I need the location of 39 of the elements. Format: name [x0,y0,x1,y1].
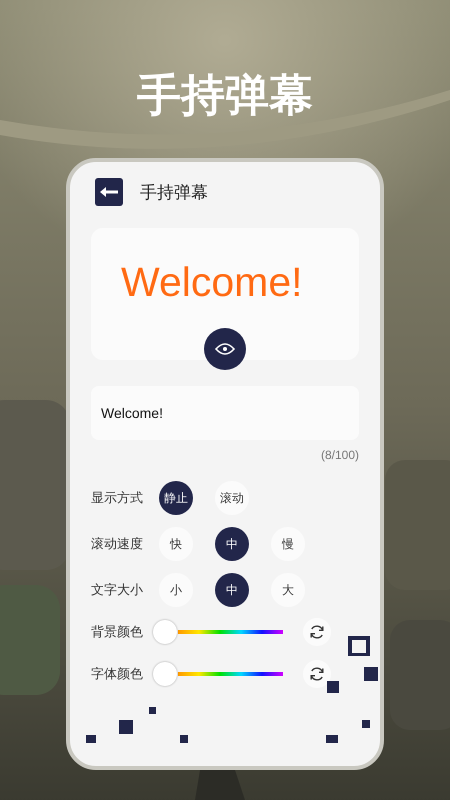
square-mark [364,667,378,681]
headline: 手持弹幕 [137,69,313,123]
refresh-icon [309,666,325,682]
square-mark [119,720,133,734]
option-button[interactable]: 慢 [271,527,305,561]
color-slider[interactable] [153,620,283,644]
preview-button[interactable] [204,328,246,370]
option-button[interactable]: 滚动 [215,481,249,515]
preview-text: Welcome! [121,258,303,306]
reset-button[interactable] [303,618,331,646]
option-button[interactable]: 中 [215,573,249,607]
setting-label: 滚动速度 [91,536,144,553]
color-slider[interactable] [153,662,283,686]
setting-label: 文字大小 [91,582,144,599]
character-counter: (8/100) [320,448,359,462]
square-mark [86,735,96,743]
option-button[interactable]: 大 [271,573,305,607]
square-mark [149,707,156,714]
square-mark [327,681,339,693]
square-mark [180,735,188,743]
square-mark [326,735,338,743]
back-button[interactable] [95,178,123,206]
text-input-field[interactable]: Welcome! [91,386,359,440]
setting-label: 显示方式 [91,490,144,507]
setting-label: 字体颜色 [91,666,144,683]
option-button[interactable]: 小 [159,573,193,607]
option-button[interactable]: 中 [215,527,249,561]
reset-button[interactable] [303,660,331,688]
option-button[interactable]: 静止 [159,481,193,515]
eye-icon [215,342,235,356]
slider-thumb[interactable] [153,620,177,644]
slider-thumb[interactable] [153,662,177,686]
square-outline-mark [348,636,370,656]
refresh-icon [309,624,325,640]
option-button[interactable]: 快 [159,527,193,561]
square-mark [362,720,370,728]
screen-title: 手持弹幕 [140,182,208,204]
back-arrow-icon [99,186,119,198]
setting-label: 背景颜色 [91,624,144,641]
